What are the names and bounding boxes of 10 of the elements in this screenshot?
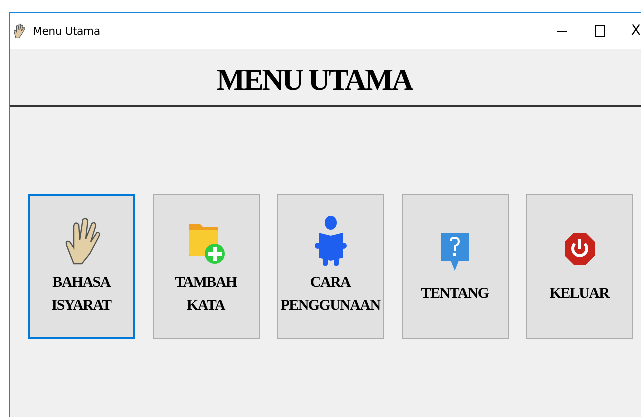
maximize-icon [595, 25, 605, 37]
menu-button[interactable]: BAHASA ISYARAT [28, 194, 135, 339]
hand-icon [12, 23, 28, 39]
menu-button[interactable]: TENTANG [402, 194, 508, 339]
window-title: Menu Utama [33, 24, 100, 38]
menu-button[interactable]: CARA PENGGUNAAN [277, 194, 384, 339]
menu-button[interactable]: KELUAR [526, 194, 633, 339]
menu-button[interactable]: TAMBAH KATA [152, 194, 260, 339]
page-heading: MENU UTAMA [216, 63, 414, 99]
close-button[interactable]: X [619, 16, 641, 46]
